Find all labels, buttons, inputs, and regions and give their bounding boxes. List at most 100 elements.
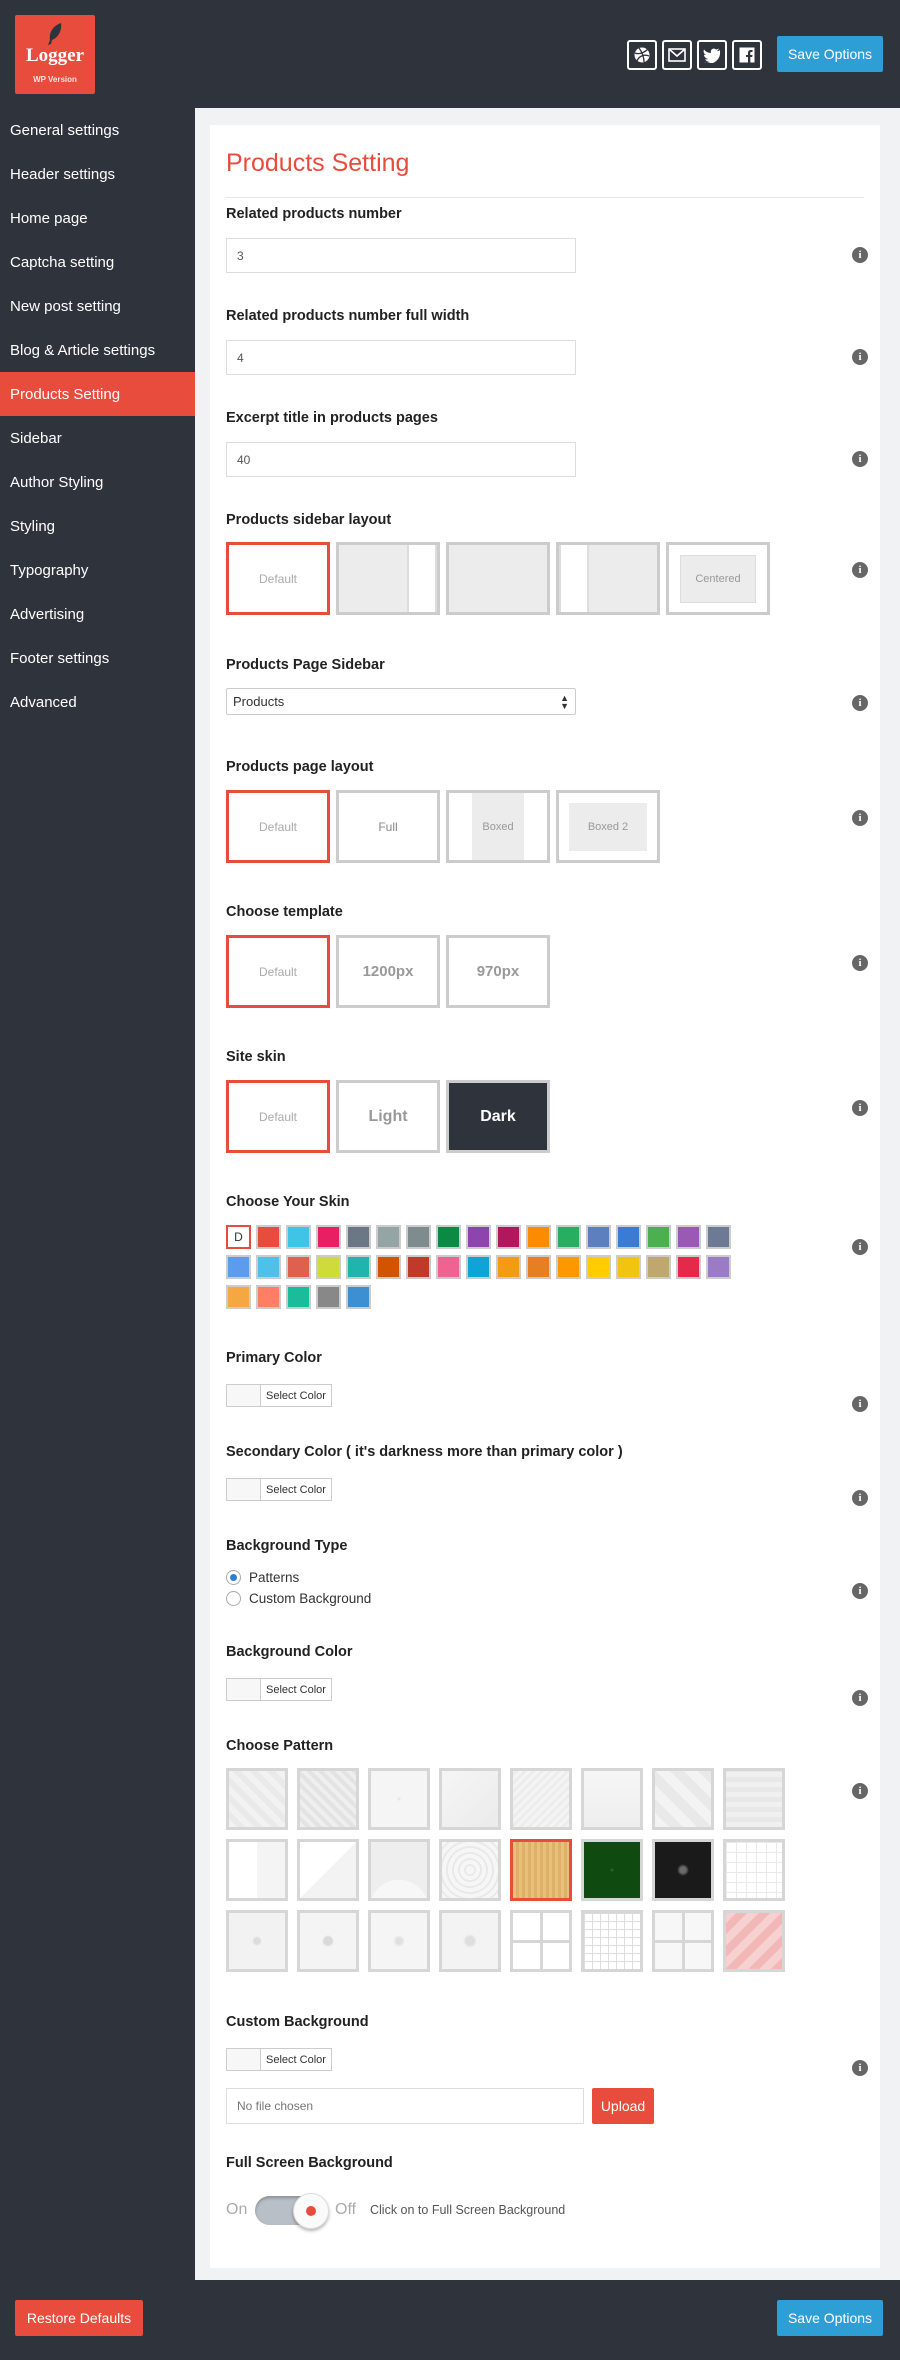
pattern-tile[interactable] <box>652 1910 714 1972</box>
skin-swatch[interactable] <box>226 1255 251 1279</box>
sidebar-layout-full[interactable] <box>446 542 550 615</box>
sidebar-item-footer-settings[interactable]: Footer settings <box>0 636 195 680</box>
sidebar-layout-right[interactable] <box>336 542 440 615</box>
pattern-tile[interactable] <box>581 1768 643 1830</box>
info-icon[interactable]: i <box>852 955 868 971</box>
skin-swatch[interactable] <box>286 1285 311 1309</box>
info-icon[interactable]: i <box>852 1690 868 1706</box>
sidebar-layout-centered[interactable]: Centered <box>666 542 770 615</box>
sidebar-layout-default[interactable]: Default <box>226 542 330 615</box>
pattern-tile[interactable] <box>368 1839 430 1901</box>
pattern-tile[interactable] <box>226 1839 288 1901</box>
skin-swatch[interactable] <box>496 1225 521 1249</box>
sidebar-item-author-styling[interactable]: Author Styling <box>0 460 195 504</box>
primary-color-picker[interactable]: Select Color <box>226 1384 332 1407</box>
skin-swatch[interactable] <box>586 1225 611 1249</box>
pattern-tile[interactable] <box>581 1839 643 1901</box>
info-icon[interactable]: i <box>852 1239 868 1255</box>
info-icon[interactable]: i <box>852 695 868 711</box>
skin-swatch[interactable] <box>406 1225 431 1249</box>
skin-swatch[interactable] <box>706 1255 731 1279</box>
skin-swatch[interactable] <box>316 1255 341 1279</box>
sidebar-item-blog-article-settings[interactable]: Blog & Article settings <box>0 328 195 372</box>
page-sidebar-select[interactable]: Products ▲ ▼ <box>226 688 576 715</box>
sidebar-item-new-post-setting[interactable]: New post setting <box>0 284 195 328</box>
skin-swatch-default[interactable]: D <box>226 1225 251 1249</box>
pattern-tile[interactable] <box>439 1910 501 1972</box>
pattern-tile[interactable] <box>368 1910 430 1972</box>
info-icon[interactable]: i <box>852 562 868 578</box>
radio-custom-background[interactable]: Custom Background <box>226 1591 371 1606</box>
pattern-tile[interactable] <box>510 1768 572 1830</box>
pattern-tile[interactable] <box>723 1768 785 1830</box>
sidebar-layout-left[interactable] <box>556 542 660 615</box>
skin-swatch[interactable] <box>436 1255 461 1279</box>
pattern-tile[interactable] <box>439 1839 501 1901</box>
skin-swatch[interactable] <box>436 1225 461 1249</box>
sidebar-item-advanced[interactable]: Advanced <box>0 680 195 724</box>
related-products-input[interactable]: 3 <box>226 238 576 273</box>
skin-swatch[interactable] <box>466 1255 491 1279</box>
skin-swatch[interactable] <box>256 1255 281 1279</box>
skin-swatch[interactable] <box>316 1285 341 1309</box>
info-icon[interactable]: i <box>852 1490 868 1506</box>
skin-swatch[interactable] <box>586 1255 611 1279</box>
pattern-tile[interactable] <box>510 1910 572 1972</box>
skin-swatch[interactable] <box>376 1225 401 1249</box>
page-layout-full[interactable]: Full <box>336 790 440 863</box>
template-default[interactable]: Default <box>226 935 330 1008</box>
save-options-button[interactable]: Save Options <box>777 36 883 72</box>
page-layout-boxed-2[interactable]: Boxed 2 <box>556 790 660 863</box>
excerpt-title-input[interactable]: 40 <box>226 442 576 477</box>
template-1200px[interactable]: 1200px <box>336 935 440 1008</box>
skin-swatch[interactable] <box>616 1225 641 1249</box>
skin-swatch[interactable] <box>256 1285 281 1309</box>
skin-swatch[interactable] <box>556 1225 581 1249</box>
pattern-tile[interactable] <box>368 1768 430 1830</box>
pattern-tile[interactable] <box>439 1768 501 1830</box>
skin-swatch[interactable] <box>286 1225 311 1249</box>
sidebar-item-home-page[interactable]: Home page <box>0 196 195 240</box>
skin-swatch[interactable] <box>616 1255 641 1279</box>
skin-swatch[interactable] <box>526 1225 551 1249</box>
pattern-tile[interactable] <box>226 1910 288 1972</box>
toggle-knob[interactable] <box>293 2193 329 2229</box>
info-icon[interactable]: i <box>852 1783 868 1799</box>
pattern-tile[interactable] <box>652 1839 714 1901</box>
skin-swatch[interactable] <box>256 1225 281 1249</box>
sidebar-item-sidebar[interactable]: Sidebar <box>0 416 195 460</box>
upload-button[interactable]: Upload <box>592 2088 654 2124</box>
info-icon[interactable]: i <box>852 349 868 365</box>
pattern-tile[interactable] <box>297 1839 359 1901</box>
custom-background-color-picker[interactable]: Select Color <box>226 2048 332 2071</box>
pattern-tile[interactable] <box>297 1910 359 1972</box>
sidebar-item-advertising[interactable]: Advertising <box>0 592 195 636</box>
site-skin-light[interactable]: Light <box>336 1080 440 1153</box>
sidebar-item-captcha-setting[interactable]: Captcha setting <box>0 240 195 284</box>
page-layout-boxed[interactable]: Boxed <box>446 790 550 863</box>
skin-swatch[interactable] <box>526 1255 551 1279</box>
dribbble-icon[interactable] <box>627 40 657 70</box>
skin-swatch[interactable] <box>226 1285 251 1309</box>
restore-defaults-button[interactable]: Restore Defaults <box>15 2300 143 2336</box>
info-icon[interactable]: i <box>852 1396 868 1412</box>
info-icon[interactable]: i <box>852 2060 868 2076</box>
related-full-width-input[interactable]: 4 <box>226 340 576 375</box>
pattern-tile[interactable] <box>581 1910 643 1972</box>
file-input[interactable]: No file chosen <box>226 2088 584 2124</box>
secondary-color-picker[interactable]: Select Color <box>226 1478 332 1501</box>
info-icon[interactable]: i <box>852 1100 868 1116</box>
skin-swatch[interactable] <box>316 1225 341 1249</box>
sidebar-item-products-setting[interactable]: Products Setting <box>0 372 195 416</box>
skin-swatch[interactable] <box>346 1285 371 1309</box>
skin-swatch[interactable] <box>646 1255 671 1279</box>
info-icon[interactable]: i <box>852 810 868 826</box>
radio-patterns[interactable]: Patterns <box>226 1570 299 1585</box>
pattern-tile[interactable] <box>510 1839 572 1901</box>
skin-swatch[interactable] <box>676 1225 701 1249</box>
skin-swatch[interactable] <box>376 1255 401 1279</box>
skin-swatch[interactable] <box>676 1255 701 1279</box>
info-icon[interactable]: i <box>852 1583 868 1599</box>
save-options-button[interactable]: Save Options <box>777 2300 883 2336</box>
pattern-tile[interactable] <box>226 1768 288 1830</box>
